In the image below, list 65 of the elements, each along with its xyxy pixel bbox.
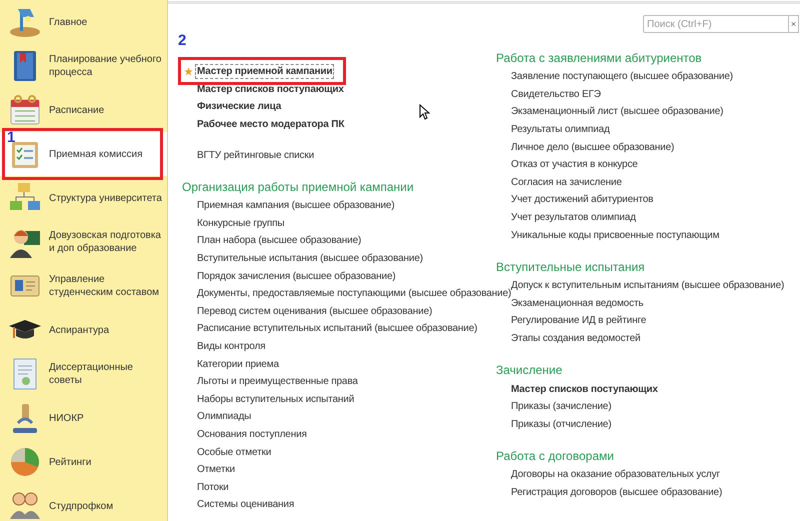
section-heading: Вступительные испытания [496, 258, 646, 276]
sidebar-item[interactable]: Главное [0, 0, 167, 44]
pie-chart-icon [8, 445, 42, 479]
annotation-number: 2 [178, 33, 186, 48]
menu-link[interactable]: Экзаменационная ведомость [510, 296, 644, 310]
sidebar-item[interactable]: Аспирантура [0, 308, 167, 352]
menu-link[interactable]: Регистрация договоров (высшее образование) [510, 486, 724, 499]
menu-link[interactable]: Заявление поступающего (высшее образование) [510, 70, 734, 84]
calendar-icon [8, 93, 42, 127]
menu-link[interactable]: Потоки [196, 480, 230, 494]
menu-link[interactable]: Учет результатов олимпиад [510, 211, 637, 224]
menu-link[interactable]: Личное дело (высшее образование) [510, 140, 676, 154]
menu-link[interactable]: Результаты олимпиад [510, 123, 611, 136]
menu-link[interactable]: Расписание вступительных испытаний (высшее образование) [196, 322, 478, 336]
menu-link[interactable]: Свидетельство ЕГЭ [510, 88, 602, 101]
menu-link[interactable]: Вступительные испытания (высшее образование) [196, 252, 424, 266]
sidebar-item[interactable]: НИОКР [0, 396, 167, 440]
sidebar-item[interactable]: Студпрофком [0, 484, 167, 521]
menu-link[interactable]: Приемная кампания (высшее образование) [196, 199, 396, 212]
mouse-pointer-icon [419, 104, 430, 120]
sidebar-item[interactable]: Диссертационные советы [0, 352, 167, 396]
menu-link[interactable]: План набора (высшее образование) [196, 234, 362, 248]
menu-link[interactable]: Порядок зачисления (высшее образование) [196, 270, 397, 283]
sidebar-item[interactable]: Планирование учебного процесса [0, 44, 167, 88]
menu-link[interactable]: Учет достижений абитуриентов [510, 193, 654, 206]
section-heading: Организация работы приемной кампании [182, 178, 415, 196]
menu-link[interactable]: Перевод систем оценивания (высшее образование) [196, 304, 434, 318]
menu-link[interactable]: Льготы и преимущественные права [196, 375, 359, 388]
sidebar-item[interactable]: Расписание [0, 88, 167, 132]
menu-link[interactable]: Мастер приемной кампании [196, 65, 334, 78]
menu-link[interactable]: Наборы вступительных испытаний [196, 392, 356, 406]
menu-link[interactable]: Категории приема [196, 358, 280, 371]
menu-link[interactable]: Мастер списков поступающих [510, 382, 659, 396]
menu-link[interactable]: Отметки [196, 463, 236, 476]
sidebar-item[interactable]: Рейтинги [0, 440, 167, 484]
menu-link[interactable]: Системы оценивания [196, 498, 296, 512]
menu-link[interactable]: Олимпиады [196, 410, 252, 424]
menu-link[interactable]: Рабочее место модератора ПК [196, 118, 346, 132]
sidebar-item[interactable]: Структура университета [0, 176, 167, 220]
sidebar-item[interactable]: Управление студенческим составом [0, 264, 167, 308]
menu-link[interactable]: Виды контроля [196, 340, 266, 354]
annotation-number: 1 [7, 130, 16, 145]
menu-link[interactable]: Конкурсные группы [196, 216, 286, 230]
sidebar-item[interactable]: Довузовская подготовка и доп образование [0, 220, 167, 264]
search-field[interactable]: Поиск (Ctrl+F) [643, 15, 789, 33]
menu-link[interactable]: Отказ от участия в конкурсе [510, 158, 639, 172]
menu-link[interactable]: Уникальные коды присвоенные поступающим [510, 228, 720, 242]
section-heading: Зачисление [496, 362, 564, 380]
menu-link[interactable]: Документы, предоставляемые поступающими (высшее образование) [196, 287, 512, 300]
menu-link[interactable]: Регулирование ИД в рейтинге [510, 314, 648, 328]
menu-link[interactable]: Физические лица [196, 100, 282, 114]
menu-link[interactable]: ВГТУ рейтинговые списки [196, 148, 316, 162]
menu-link[interactable]: Согласия на зачисление [510, 176, 623, 189]
section-heading: Работа с договорами [496, 448, 615, 466]
section-heading: Работа с заявлениями абитуриентов [496, 50, 703, 67]
menu-link[interactable]: Особые отметки [196, 446, 272, 459]
menu-link[interactable]: Договоры на оказание образовательных услуг [510, 468, 721, 482]
menu-link[interactable]: Мастер списков поступающих [196, 82, 345, 96]
menu-link[interactable]: Экзаменационный лист (высшее образование) [510, 105, 724, 118]
menu-link[interactable]: Приказы (зачисление) [510, 400, 612, 414]
clear-button[interactable]: × [789, 15, 799, 33]
menu-link[interactable]: Основания поступления [196, 428, 308, 441]
menu-link[interactable]: Приказы (отчисление) [510, 418, 612, 431]
menu-link[interactable]: Этапы создания ведомостей [510, 332, 642, 346]
menu-link[interactable]: Допуск к вступительным испытаниям (высшее образование) [510, 279, 786, 292]
